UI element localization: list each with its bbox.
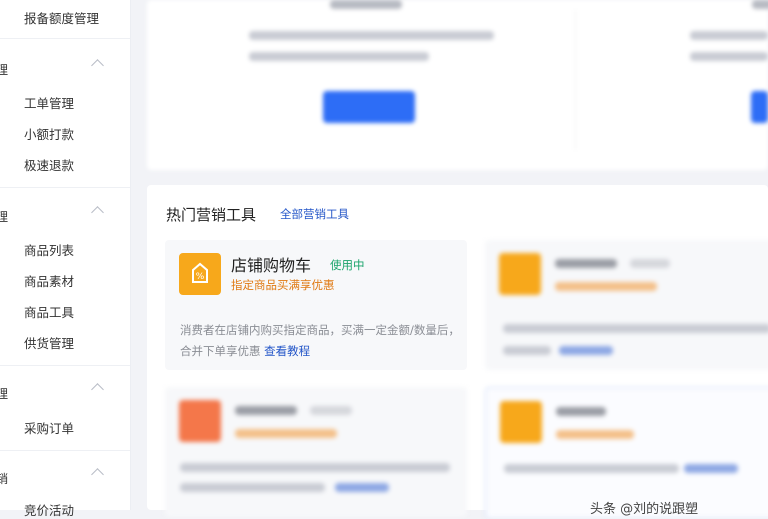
tool-card-store-cart[interactable]: % 店铺购物车 使用中 指定商品买满享优惠 消费者在店铺内购买指定商品，买满一定… bbox=[165, 240, 467, 370]
sidebar-group-purchase[interactable]: 理 bbox=[0, 382, 130, 404]
view-tutorial-link[interactable]: 查看教程 bbox=[264, 344, 310, 358]
sidebar-divider bbox=[0, 38, 130, 39]
sidebar-divider bbox=[0, 187, 130, 188]
blurred-action-button[interactable] bbox=[751, 91, 768, 123]
sidebar-group-label: 理 bbox=[0, 210, 9, 224]
chevron-up-icon bbox=[91, 59, 104, 72]
blurred-text bbox=[235, 429, 337, 438]
tool-subtitle: 指定商品买满享优惠 bbox=[231, 278, 335, 292]
section-title: 热门营销工具 bbox=[166, 206, 257, 224]
hot-marketing-tools-panel: 热门营销工具 全部营销工具 % 店铺购物车 使用中 指定商品买满享优惠 消费者在… bbox=[147, 185, 768, 519]
sidebar: 报备额度管理 理 工单管理 小额打款 极速退款 理 商品列表 商品素材 商品工具… bbox=[0, 0, 131, 518]
sidebar-group-label: 销 bbox=[0, 472, 9, 486]
sidebar-group-label: 理 bbox=[0, 387, 9, 401]
watermark: 头条 @刘的说跟塑 bbox=[590, 502, 699, 517]
sidebar-group-products[interactable]: 理 bbox=[0, 205, 130, 227]
blurred-text bbox=[310, 406, 352, 415]
blurred-link bbox=[335, 483, 389, 492]
tool-description-text: 消费者在店铺内购买指定商品，买满一定金额/数量后，合并下单享优惠 bbox=[180, 323, 460, 358]
sidebar-divider bbox=[0, 450, 130, 451]
sidebar-item-product-tools[interactable]: 商品工具 bbox=[24, 302, 74, 321]
blurred-text bbox=[180, 463, 450, 472]
chevron-up-icon bbox=[91, 468, 104, 481]
blurred-link bbox=[684, 464, 738, 473]
sidebar-item-quota-management[interactable]: 报备额度管理 bbox=[24, 8, 99, 27]
sidebar-item-small-payment[interactable]: 小额打款 bbox=[24, 124, 74, 143]
blurred-text bbox=[752, 0, 768, 9]
blurred-text bbox=[330, 0, 402, 9]
tool-icon bbox=[500, 401, 542, 443]
blurred-text bbox=[249, 52, 429, 61]
sidebar-item-ticket-management[interactable]: 工单管理 bbox=[24, 93, 74, 112]
main-content: 热门营销工具 全部营销工具 % 店铺购物车 使用中 指定商品买满享优惠 消费者在… bbox=[147, 0, 768, 519]
sidebar-group-label: 理 bbox=[0, 63, 9, 77]
blurred-text bbox=[235, 406, 297, 415]
blurred-link bbox=[559, 346, 613, 355]
top-blurred-card bbox=[147, 0, 768, 170]
blurred-text bbox=[180, 483, 325, 492]
sidebar-item-fast-refund[interactable]: 极速退款 bbox=[24, 155, 74, 174]
blurred-text bbox=[690, 52, 768, 61]
sidebar-item-product-assets[interactable]: 商品素材 bbox=[24, 271, 74, 290]
tool-name: 店铺购物车 bbox=[231, 256, 312, 275]
blurred-text bbox=[503, 324, 768, 333]
status-badge: 使用中 bbox=[330, 258, 365, 272]
divider bbox=[575, 10, 576, 150]
chevron-up-icon bbox=[91, 206, 104, 219]
sidebar-item-supply-management[interactable]: 供货管理 bbox=[24, 333, 74, 352]
tool-card-blurred[interactable] bbox=[485, 240, 768, 370]
blurred-text bbox=[556, 407, 606, 416]
blurred-text bbox=[503, 346, 551, 355]
chevron-up-icon bbox=[91, 383, 104, 396]
tool-icon bbox=[499, 253, 541, 295]
sidebar-divider bbox=[0, 365, 130, 366]
cart-icon: % bbox=[179, 253, 221, 295]
blurred-text bbox=[690, 31, 768, 40]
blurred-text bbox=[556, 430, 634, 439]
blurred-text bbox=[555, 282, 657, 291]
sidebar-item-product-list[interactable]: 商品列表 bbox=[24, 240, 74, 259]
blurred-text bbox=[249, 31, 494, 40]
sidebar-item-purchase-orders[interactable]: 采购订单 bbox=[24, 418, 74, 437]
svg-text:%: % bbox=[196, 272, 205, 282]
tool-card-blurred[interactable] bbox=[165, 387, 467, 517]
blurred-text bbox=[630, 259, 670, 268]
blurred-text bbox=[504, 464, 679, 473]
sidebar-group-marketing[interactable]: 销 bbox=[0, 467, 130, 489]
blurred-action-button[interactable] bbox=[323, 91, 415, 123]
sidebar-group-after-sales[interactable]: 理 bbox=[0, 58, 130, 80]
all-marketing-tools-link[interactable]: 全部营销工具 bbox=[280, 206, 349, 222]
tool-icon bbox=[179, 400, 221, 442]
blurred-text bbox=[555, 259, 617, 268]
tool-description: 消费者在店铺内购买指定商品，买满一定金额/数量后，合并下单享优惠 查看教程 bbox=[180, 320, 465, 362]
